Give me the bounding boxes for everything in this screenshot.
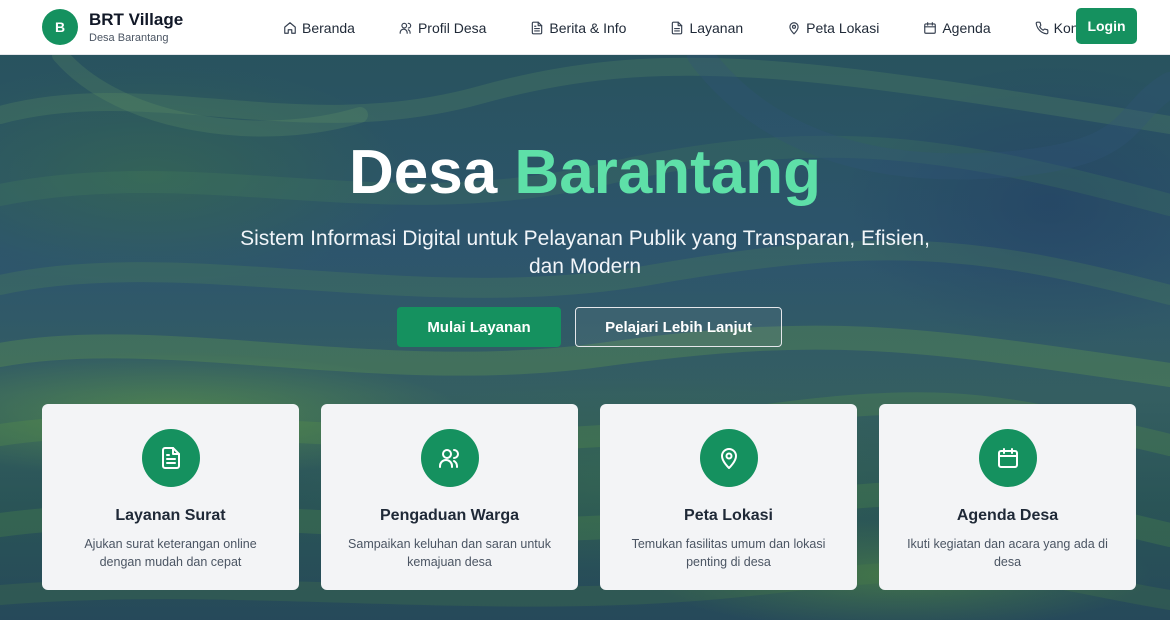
nav-item-layanan[interactable]: Layanan — [670, 0, 743, 55]
start-service-button[interactable]: Mulai Layanan — [397, 307, 561, 347]
feature-card-layanan-surat[interactable]: Layanan Surat Ajukan surat keterangan on… — [42, 404, 299, 590]
card-description: Sampaikan keluhan dan saran untuk kemaju… — [348, 537, 551, 569]
main-nav: Beranda Profil Desa Berita & Info Layana… — [283, 0, 1097, 55]
phone-icon — [1035, 21, 1049, 34]
file-icon — [672, 21, 683, 34]
hero-title-accent: Barantang — [514, 138, 822, 207]
card-description: Ajukan surat keterangan online dengan mu… — [84, 537, 257, 569]
login-button[interactable]: Login — [1076, 8, 1137, 44]
brand-logo: B — [42, 9, 78, 45]
nav-item-agenda[interactable]: Agenda — [923, 0, 991, 55]
document-icon — [161, 447, 180, 469]
calendar-icon — [924, 21, 937, 34]
brand-title: BRT Village — [89, 9, 184, 29]
nav-item-peta-lokasi[interactable]: Peta Lokasi — [787, 0, 879, 55]
map-pin-icon — [789, 21, 799, 34]
hero-title: Desa Barantang — [0, 138, 1170, 208]
nav-item-beranda[interactable]: Beranda — [283, 0, 355, 55]
map-pin-icon — [720, 448, 737, 469]
nav-item-berita-info[interactable]: Berita & Info — [530, 0, 626, 55]
document-icon — [532, 21, 543, 34]
nav-item-label: Berita & Info — [549, 19, 627, 36]
brand-subtitle: Desa Barantang — [89, 31, 169, 44]
brand[interactable]: B BRT Village Desa Barantang — [42, 9, 183, 45]
card-title: Agenda Desa — [956, 507, 1059, 524]
card-description: Ikuti kegiatan dan acara yang ada di des… — [907, 537, 1108, 569]
users-icon — [399, 22, 412, 34]
hero-title-main: Desa — [348, 138, 498, 207]
nav-item-label: Agenda — [942, 19, 991, 36]
card-title: Pengaduan Warga — [380, 507, 519, 524]
feature-card-peta-lokasi[interactable]: Peta Lokasi Temukan fasilitas umum dan l… — [600, 404, 857, 590]
brand-text: BRT Village Desa Barantang — [89, 10, 183, 45]
learn-more-button[interactable]: Pelajari Lebih Lanjut — [575, 307, 782, 347]
card-title: Layanan Surat — [115, 507, 226, 524]
feature-card-pengaduan-warga[interactable]: Pengaduan Warga Sampaikan keluhan dan sa… — [321, 404, 578, 590]
home-icon — [284, 21, 296, 34]
card-icon-circle — [699, 429, 758, 487]
site-header: B BRT Village Desa Barantang Beranda Pro… — [0, 0, 1170, 55]
card-icon-circle — [141, 429, 200, 487]
nav-item-label: Peta Lokasi — [806, 19, 880, 36]
card-description: Temukan fasilitas umum dan lokasi pentin… — [631, 537, 826, 569]
card-icon-circle — [978, 429, 1037, 487]
nav-item-label: Layanan — [689, 19, 744, 36]
nav-item-label: Profil Desa — [417, 19, 487, 36]
users-icon — [438, 449, 459, 468]
hero-subtitle: Sistem Informasi Digital untuk Pelayanan… — [240, 227, 930, 278]
nav-item-profil-desa[interactable]: Profil Desa — [399, 0, 486, 55]
card-title: Peta Lokasi — [684, 507, 773, 524]
calendar-icon — [997, 448, 1018, 468]
nav-item-label: Beranda — [302, 19, 355, 36]
hero-section: Desa Barantang Sistem Informasi Digital … — [0, 55, 1170, 620]
card-icon-circle — [420, 429, 479, 487]
feature-card-agenda-desa[interactable]: Agenda Desa Ikuti kegiatan dan acara yan… — [879, 404, 1136, 590]
